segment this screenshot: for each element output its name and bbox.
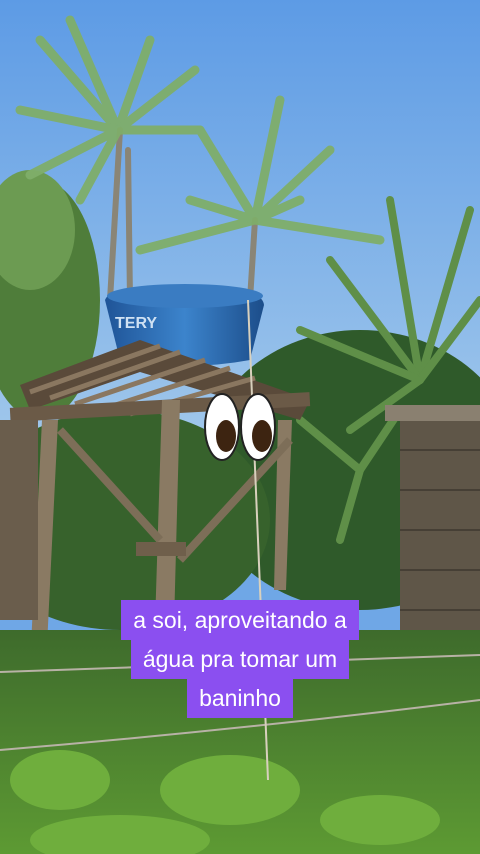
caption-line-3: baninho bbox=[187, 678, 293, 718]
caption-line-1: a soi, aproveitando a bbox=[121, 600, 359, 640]
photo-scene: TERY bbox=[0, 0, 480, 854]
tank-brand-label: TERY bbox=[115, 315, 157, 332]
left-structure bbox=[0, 420, 38, 620]
caption-overlay: a soi, aproveitando a água pra tomar um … bbox=[0, 600, 480, 718]
caption-line-2: água pra tomar um bbox=[130, 639, 350, 679]
